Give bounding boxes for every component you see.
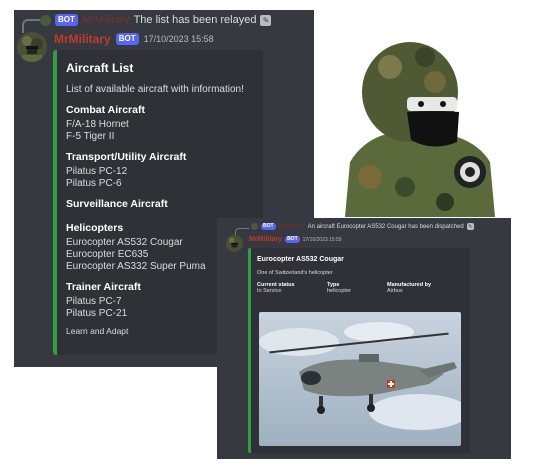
avatar[interactable] [17,32,47,62]
embed: Eurocopter AS532 Cougar One of Switzerla… [248,248,470,453]
section-title: Surveillance Aircraft [66,198,168,210]
embed-fields: Current status In Service Type helicopte… [257,282,470,294]
field-value: helicopter [327,288,351,294]
message-header: MrMilitary BOT 17/10/2023 15:58 [54,32,214,46]
timestamp[interactable]: 17/10/2023 15:59 [303,237,342,243]
slash-command-icon: ✎ [260,14,272,26]
username[interactable]: MrMilitary [54,32,111,46]
list-item: F-5 Tiger II [66,131,115,142]
reply-avatar[interactable] [40,14,51,26]
reply-avatar[interactable] [251,223,258,230]
username[interactable]: MrMilitary [249,236,282,243]
helicopter-image[interactable] [259,312,461,446]
section-surveillance: Surveillance Aircraft [66,198,263,210]
screenshot-collage: BOT MrMilitary The list has been relayed… [0,0,536,466]
field-status: Current status In Service [257,282,327,294]
avatar[interactable] [226,235,243,252]
reply-username[interactable]: MrMilitary [279,224,305,230]
reply-text[interactable]: An aircraft Eurocopter AS532 Cougar has … [308,224,464,230]
section-title: Transport/Utility Aircraft [66,151,187,163]
timestamp[interactable]: 17/10/2023 15:58 [144,34,214,44]
message-header: MrMilitary BOT 17/10/2023 15:59 [249,236,342,243]
bot-tag: BOT [55,14,78,26]
section-transport: Transport/Utility Aircraft Pilatus PC-12… [66,151,263,190]
field-manufacturer: Manufactured by Airbus [387,282,457,294]
embed-description: List of available aircraft with informat… [66,84,244,95]
field-value: In Service [257,288,282,294]
reply-connector [22,19,42,33]
embed-title: Aircraft List [66,61,134,75]
profile-image [325,12,505,217]
field-type: Type helicopter [327,282,387,294]
reply-preview[interactable]: BOT MrMilitary The list has been relayed… [40,13,272,27]
list-item: Pilatus PC-12 [66,166,128,177]
embed-description: One of Switzerland's helicopter [257,270,333,276]
bot-tag: BOT [115,33,139,45]
bot-tag: BOT [285,236,300,243]
reply-username[interactable]: MrMilitary [82,14,130,26]
reply-preview[interactable]: BOT MrMilitary An aircraft Eurocopter AS… [251,223,474,230]
section-combat: Combat Aircraft F/A-18 Hornet F-5 Tiger … [66,104,263,143]
list-item: Pilatus PC-6 [66,178,122,189]
slash-command-icon: ✎ [466,223,474,230]
bot-tag: BOT [261,223,276,230]
reply-text[interactable]: The list has been relayed [134,14,257,26]
list-item: F/A-18 Hornet [66,119,129,130]
field-value: Airbus [387,288,403,294]
section-title: Combat Aircraft [66,104,145,116]
dispatch-message: BOT MrMilitary An aircraft Eurocopter AS… [217,218,511,459]
embed-title: Eurocopter AS532 Cougar [257,256,344,263]
